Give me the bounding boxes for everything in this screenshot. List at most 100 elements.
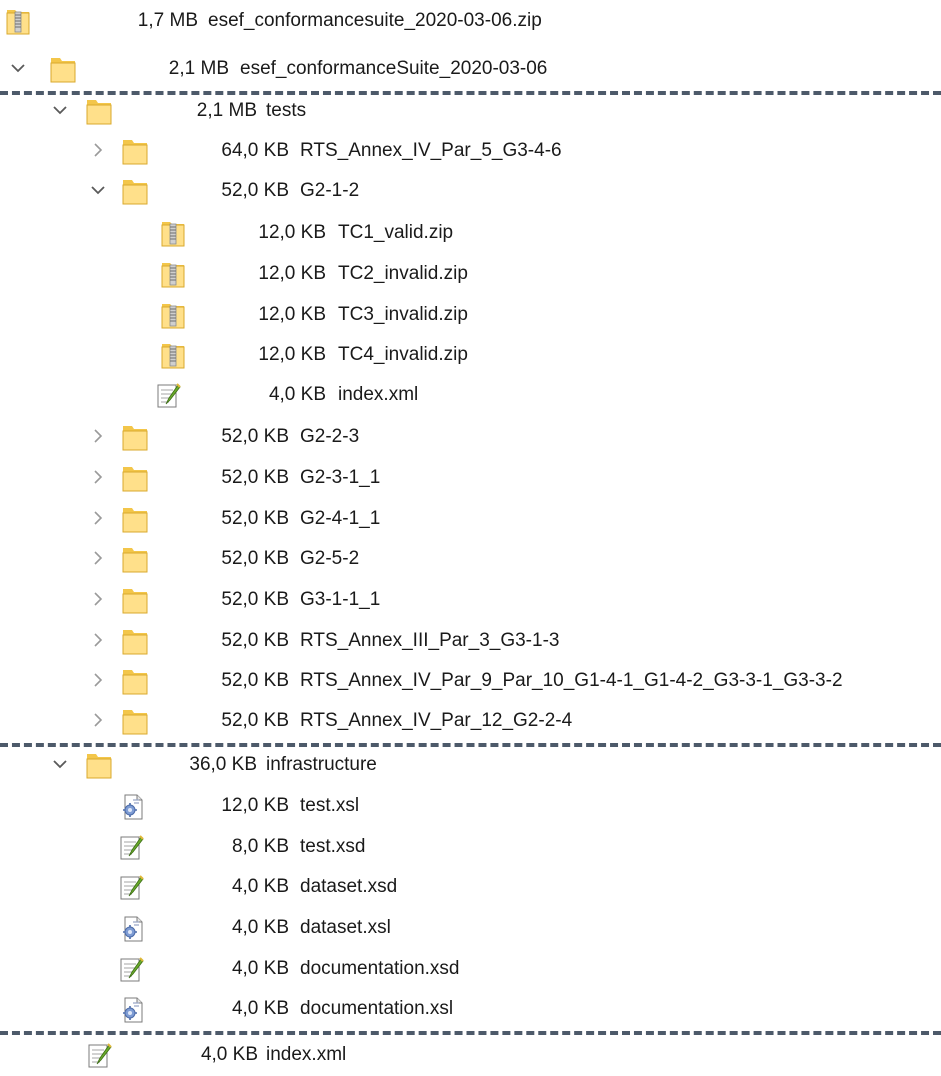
file-size: 52,0 KB <box>221 710 289 731</box>
file-name: infrastructure <box>266 754 377 775</box>
file-name: esef_conformancesuite_2020-03-06.zip <box>208 10 542 31</box>
xsl-stylesheet-icon <box>120 994 146 1024</box>
file-size: 4,0 KB <box>231 917 289 938</box>
tree-row[interactable]: 12,0 KB TC1_valid.zip <box>0 214 941 254</box>
chevron-right-icon[interactable] <box>90 712 106 728</box>
tree-row[interactable]: 4,0 KB dataset.xsd <box>0 868 941 908</box>
file-name: TC1_valid.zip <box>338 222 454 243</box>
file-name: G2-1-2 <box>300 180 360 201</box>
tree-row[interactable]: 12,0 KB test.xsl <box>0 787 941 827</box>
tree-row[interactable]: 52,0 KB RTS_Annex_IV_Par_12_G2-2-4 <box>0 702 941 742</box>
folder-icon <box>122 626 148 656</box>
file-size: 52,0 KB <box>221 426 289 447</box>
file-size: 52,0 KB <box>221 630 289 651</box>
file-name: documentation.xsl <box>300 998 454 1019</box>
xsl-stylesheet-icon <box>120 791 146 821</box>
file-name: dataset.xsd <box>300 876 398 897</box>
tree-row[interactable]: 1,7 MB esef_conformancesuite_2020-03-06.… <box>0 2 941 42</box>
tree-row[interactable]: 12,0 KB TC3_invalid.zip <box>0 296 941 336</box>
file-name: G2-3-1_1 <box>300 467 381 488</box>
folder-icon <box>122 544 148 574</box>
chevron-right-icon[interactable] <box>90 510 106 526</box>
chevron-right-icon[interactable] <box>90 550 106 566</box>
folder-icon <box>122 136 148 166</box>
file-name: RTS_Annex_IV_Par_12_G2-2-4 <box>300 710 573 731</box>
chevron-right-icon[interactable] <box>90 428 106 444</box>
file-name: G3-1-1_1 <box>300 589 381 610</box>
file-size: 64,0 KB <box>221 140 289 161</box>
tree-row[interactable]: 52,0 KB RTS_Annex_III_Par_3_G3-1-3 <box>0 622 941 662</box>
chevron-down-icon[interactable] <box>52 756 68 772</box>
xml-document-icon <box>155 380 181 410</box>
file-size: 2,1 MB <box>168 58 229 79</box>
tree-row[interactable]: 52,0 KB RTS_Annex_IV_Par_9_Par_10_G1-4-1… <box>0 662 941 702</box>
tree-row[interactable]: 4,0 KB dataset.xsl <box>0 909 941 949</box>
file-name: documentation.xsd <box>300 958 460 979</box>
tree-row[interactable]: 4,0 KB index.xml <box>0 1036 941 1076</box>
file-name: G2-4-1_1 <box>300 508 381 529</box>
file-size: 4,0 KB <box>231 958 289 979</box>
file-size: 36,0 KB <box>189 754 257 775</box>
tree-row[interactable]: 4,0 KB documentation.xsd <box>0 950 941 990</box>
chevron-right-icon[interactable] <box>90 142 106 158</box>
tree-row[interactable]: 52,0 KB G2-3-1_1 <box>0 459 941 499</box>
tree-row[interactable]: 52,0 KB G3-1-1_1 <box>0 581 941 621</box>
zip-archive-icon <box>5 6 31 36</box>
tree-row[interactable]: 8,0 KB test.xsd <box>0 828 941 868</box>
file-size: 52,0 KB <box>221 670 289 691</box>
file-name: TC2_invalid.zip <box>338 263 468 284</box>
file-size: 52,0 KB <box>221 548 289 569</box>
folder-icon <box>86 750 112 780</box>
folder-icon <box>122 422 148 452</box>
tree-row[interactable]: 4,0 KB documentation.xsl <box>0 990 941 1030</box>
file-name: TC4_invalid.zip <box>338 344 468 365</box>
file-name: esef_conformanceSuite_2020-03-06 <box>240 58 548 79</box>
tree-row[interactable]: 12,0 KB TC4_invalid.zip <box>0 336 941 376</box>
xml-document-icon <box>118 832 144 862</box>
xsl-stylesheet-icon <box>120 913 146 943</box>
chevron-down-icon[interactable] <box>52 102 68 118</box>
file-name: TC3_invalid.zip <box>338 304 468 325</box>
tree-row[interactable]: 36,0 KB infrastructure <box>0 746 941 786</box>
folder-icon <box>122 585 148 615</box>
xml-document-icon <box>118 872 144 902</box>
chevron-right-icon[interactable] <box>90 469 106 485</box>
zip-archive-icon <box>160 218 186 248</box>
chevron-right-icon[interactable] <box>90 591 106 607</box>
folder-icon <box>86 96 112 126</box>
file-size: 52,0 KB <box>221 467 289 488</box>
tree-row[interactable]: 2,1 MB esef_conformanceSuite_2020-03-06 <box>0 50 941 90</box>
separator <box>0 1031 941 1035</box>
tree-row[interactable]: 64,0 KB RTS_Annex_IV_Par_5_G3-4-6 <box>0 132 941 172</box>
chevron-right-icon[interactable] <box>90 672 106 688</box>
tree-row[interactable]: 52,0 KB G2-4-1_1 <box>0 500 941 540</box>
file-size: 4,0 KB <box>268 384 326 405</box>
file-size: 12,0 KB <box>258 344 326 365</box>
file-name: index.xml <box>266 1044 347 1065</box>
zip-archive-icon <box>160 340 186 370</box>
file-size: 52,0 KB <box>221 180 289 201</box>
folder-icon <box>122 706 148 736</box>
file-size: 4,0 KB <box>231 876 289 897</box>
folder-icon <box>122 666 148 696</box>
tree-row[interactable]: 2,1 MB tests <box>0 92 941 132</box>
file-name: RTS_Annex_IV_Par_5_G3-4-6 <box>300 140 562 161</box>
zip-archive-icon <box>160 259 186 289</box>
file-name: test.xsd <box>300 836 366 857</box>
tree-row[interactable]: 12,0 KB TC2_invalid.zip <box>0 255 941 295</box>
folder-icon <box>122 176 148 206</box>
file-name: dataset.xsl <box>300 917 391 938</box>
chevron-down-icon[interactable] <box>10 60 26 76</box>
file-name: index.xml <box>338 384 419 405</box>
file-size: 8,0 KB <box>231 836 289 857</box>
file-size: 12,0 KB <box>258 222 326 243</box>
file-size: 12,0 KB <box>258 263 326 284</box>
chevron-right-icon[interactable] <box>90 632 106 648</box>
tree-row[interactable]: 4,0 KB index.xml <box>0 376 941 416</box>
chevron-down-icon[interactable] <box>90 182 106 198</box>
tree-row[interactable]: 52,0 KB G2-5-2 <box>0 540 941 580</box>
file-name: tests <box>266 100 307 121</box>
tree-row[interactable]: 52,0 KB G2-2-3 <box>0 418 941 458</box>
file-size: 2,1 MB <box>196 100 257 121</box>
tree-row[interactable]: 52,0 KB G2-1-2 <box>0 172 941 212</box>
